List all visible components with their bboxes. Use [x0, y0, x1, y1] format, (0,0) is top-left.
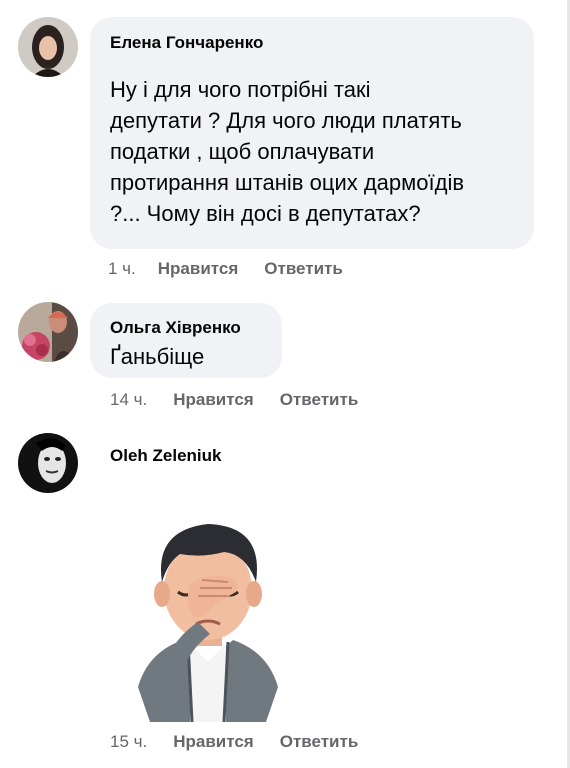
reply-button[interactable]: Ответить	[280, 732, 359, 752]
timestamp[interactable]: 15 ч.	[110, 732, 147, 752]
reply-button[interactable]: Ответить	[280, 390, 359, 410]
comment-text-line: ?... Чому він досі в депутатах?	[110, 201, 421, 226]
comment-meta: 15 ч. Нравится Ответить	[110, 732, 358, 752]
avatar[interactable]	[18, 433, 78, 493]
like-button[interactable]: Нравится	[173, 390, 254, 410]
reply-button[interactable]: Ответить	[264, 259, 343, 279]
comment-meta: 14 ч. Нравится Ответить	[110, 390, 358, 410]
avatar[interactable]	[18, 302, 78, 362]
comment-text-line: Ґаньбіще	[110, 344, 205, 369]
timestamp[interactable]: 1 ч.	[108, 259, 136, 279]
comment-text-line: Ну і для чого потрібні такі	[110, 77, 371, 102]
user-photo-icon	[18, 302, 78, 362]
author-name[interactable]: Oleh Zeleniuk	[110, 446, 221, 466]
facepalm-sticker-icon	[138, 524, 278, 722]
user-photo-icon	[18, 433, 78, 493]
author-name[interactable]: Елена Гончаренко	[110, 33, 263, 53]
comment-text-line: протирання штанів оцих дармоїдів	[110, 170, 465, 195]
user-photo-icon	[18, 17, 78, 77]
avatar[interactable]	[18, 17, 78, 77]
comment-text-line: податки , щоб оплачувати	[110, 139, 375, 164]
comment-text-line: депутати ? Для чого люди платять	[110, 108, 462, 133]
like-button[interactable]: Нравится	[173, 732, 254, 752]
author-name[interactable]: Ольга Хівренко	[110, 318, 241, 338]
like-button[interactable]: Нравится	[158, 259, 239, 279]
timestamp[interactable]: 14 ч.	[110, 390, 147, 410]
comment-meta: 1 ч. Нравится Ответить	[108, 259, 343, 279]
